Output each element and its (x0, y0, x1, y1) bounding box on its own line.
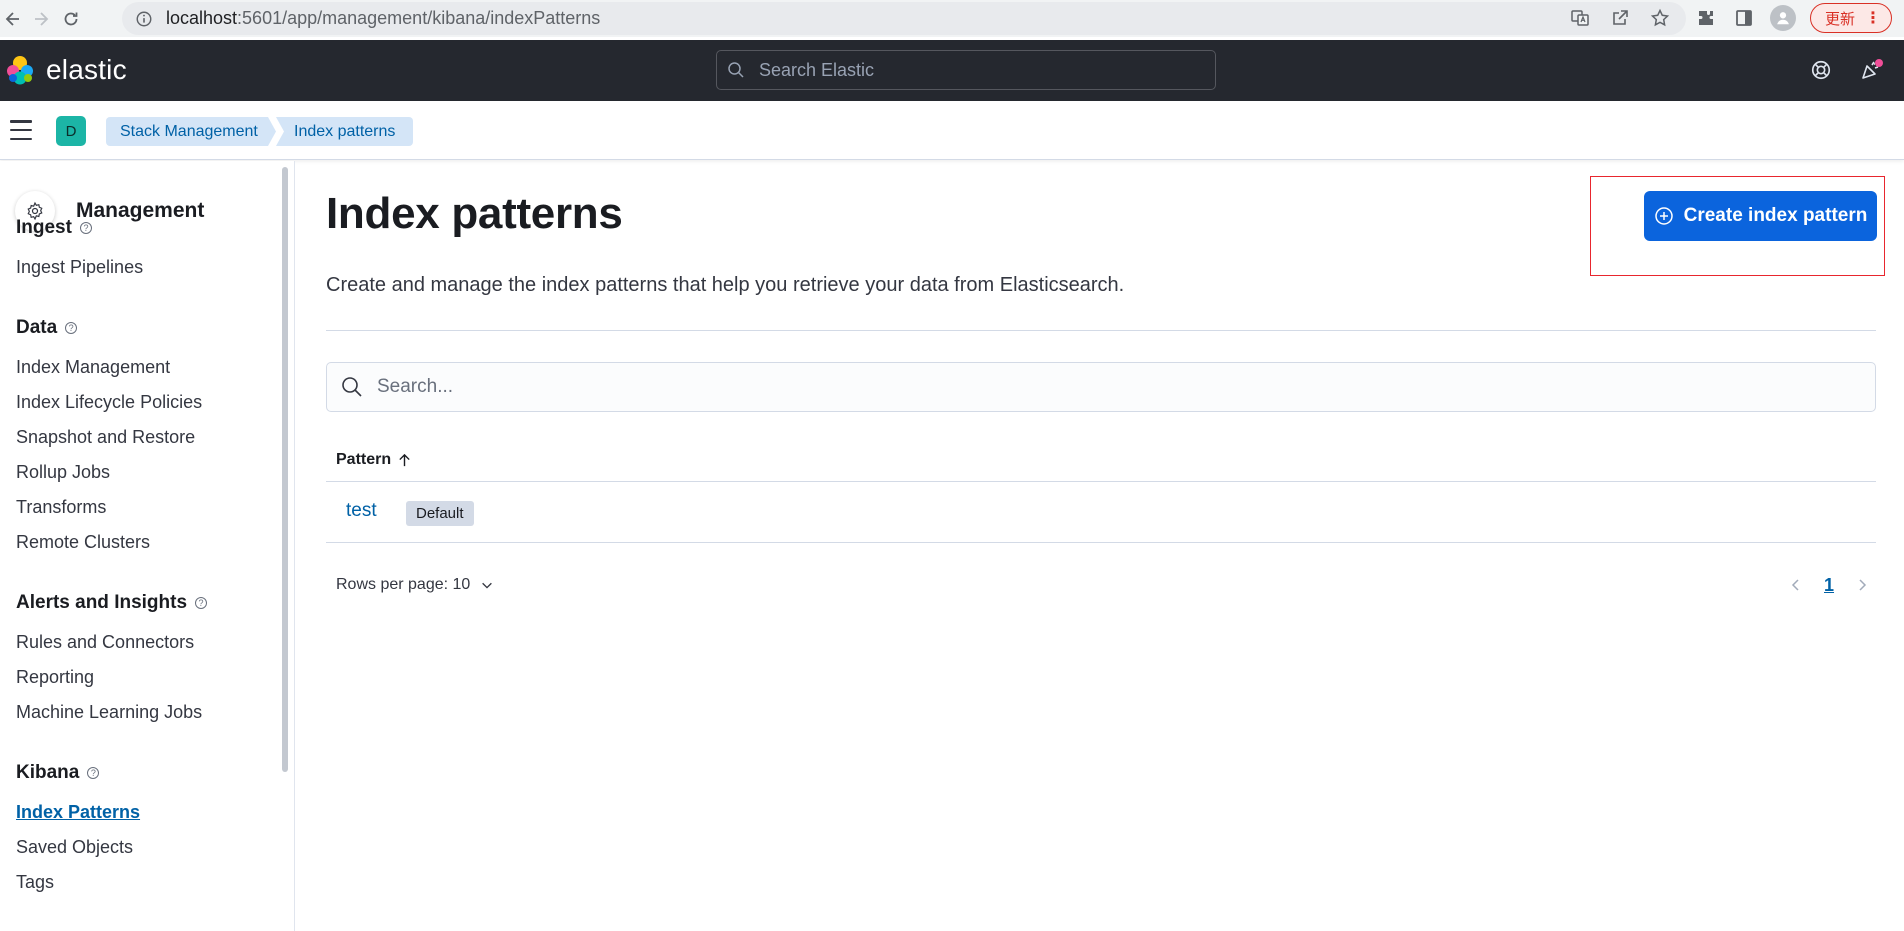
group-title: Data (16, 317, 58, 338)
question-icon[interactable]: ? (87, 767, 100, 779)
table-search[interactable] (326, 362, 1876, 412)
search-icon (728, 62, 744, 78)
sort-up-icon (399, 453, 410, 466)
pattern-link[interactable]: test (346, 500, 377, 522)
sidebar-item-tags[interactable]: Tags (16, 872, 54, 893)
url-host: localhost (166, 8, 238, 28)
table-search-input[interactable] (377, 376, 1857, 398)
breadcrumb-stack-management[interactable]: Stack Management (106, 117, 276, 146)
page-title: Index patterns (326, 189, 623, 238)
plus-in-circle-icon (1654, 207, 1673, 225)
address-bar[interactable]: localhost:5601/app/management/kibana/ind… (122, 2, 1686, 35)
table-divider (326, 542, 1876, 543)
sidebar-item-rollup-jobs[interactable]: Rollup Jobs (16, 462, 110, 483)
arrow-left-icon (5, 11, 19, 26)
chevron-right-icon (1859, 579, 1867, 591)
group-title: Kibana (16, 762, 80, 783)
chevron-down-icon (482, 582, 493, 589)
url-text: localhost:5601/app/management/kibana/ind… (166, 8, 600, 29)
search-icon (342, 377, 362, 397)
sidebar-item-machine-learning-jobs[interactable]: Machine Learning Jobs (16, 702, 202, 723)
question-icon[interactable]: ? (65, 322, 78, 334)
sidebar-item-remote-clusters[interactable]: Remote Clusters (16, 532, 150, 553)
page-description: Create and manage the index patterns tha… (326, 274, 1125, 296)
sidebar-item-index-patterns[interactable]: Index Patterns (16, 802, 140, 823)
reload-button[interactable] (56, 4, 86, 34)
page-number-button[interactable]: 1 (1824, 575, 1834, 596)
next-page-button[interactable] (1852, 572, 1872, 598)
sidebar-group-data: Data ? (16, 317, 78, 339)
bookmark-star-icon[interactable] (1648, 6, 1672, 30)
breadcrumb-bar: D Stack Management Index patterns (0, 101, 1904, 160)
chevron-left-icon (1791, 579, 1799, 591)
breadcrumb-index-patterns: Index patterns (276, 117, 413, 146)
column-header-pattern[interactable]: Pattern (336, 451, 412, 469)
arrow-right-icon (35, 11, 49, 26)
space-avatar[interactable]: D (56, 116, 86, 146)
hamburger-line (10, 120, 32, 123)
sidebar-title: Management (76, 199, 205, 222)
sidebar-item-index-management[interactable]: Index Management (16, 357, 170, 378)
reload-icon (64, 12, 78, 25)
kibana-header: elastic (0, 40, 1904, 101)
browser-toolbar: localhost:5601/app/management/kibana/ind… (0, 0, 1904, 37)
create-button-label: Create index pattern (1683, 205, 1868, 226)
elastic-logo-icon (7, 56, 33, 85)
extensions-icon[interactable] (1694, 6, 1718, 30)
sidebar-item-rules-and-connectors[interactable]: Rules and Connectors (16, 632, 194, 653)
question-icon[interactable]: ? (79, 222, 92, 234)
share-icon[interactable] (1608, 6, 1632, 30)
sidebar-item-index-lifecycle-policies[interactable]: Index Lifecycle Policies (16, 392, 202, 413)
back-button[interactable] (0, 4, 26, 34)
pagination: 1 (1786, 572, 1872, 598)
help-icon[interactable] (1808, 57, 1834, 83)
person-icon (1777, 12, 1789, 25)
more-vert-icon: ⋮ (1865, 10, 1881, 27)
profile-avatar[interactable] (1769, 5, 1796, 31)
global-search[interactable] (716, 50, 1216, 90)
translate-icon[interactable] (1568, 6, 1592, 30)
group-title: Ingest (16, 217, 72, 238)
sidebar-scrollbar[interactable] (282, 167, 288, 772)
group-title: Alerts and Insights (16, 592, 188, 613)
update-button[interactable]: 更新 ⋮ (1809, 3, 1892, 33)
sidebar-group-alerts-and-insights: Alerts and Insights ? (16, 592, 208, 614)
sidebar-item-ingest-pipelines[interactable]: Ingest Pipelines (16, 257, 143, 278)
rows-per-page-label: Rows per page: 10 (336, 576, 471, 593)
header-divider (326, 330, 1876, 331)
info-icon[interactable] (134, 9, 154, 29)
sidebar-item-snapshot-and-restore[interactable]: Snapshot and Restore (16, 427, 195, 448)
sidebar-group-kibana: Kibana ? (16, 762, 100, 784)
default-badge: Default (406, 501, 474, 526)
column-header-label: Pattern (336, 451, 392, 468)
prev-page-button[interactable] (1786, 572, 1806, 598)
newsfeed-icon[interactable] (1858, 57, 1884, 83)
sidebar-item-saved-objects[interactable]: Saved Objects (16, 837, 133, 858)
browser-actions: 更新 ⋮ (1694, 3, 1892, 33)
table-divider (326, 481, 1876, 482)
update-label: 更新 (1824, 10, 1855, 28)
side-panel-icon[interactable] (1732, 6, 1756, 30)
forward-button[interactable] (26, 4, 56, 34)
global-search-input[interactable] (759, 59, 1199, 81)
hamburger-line (10, 128, 32, 132)
url-path: :5601/app/management/kibana/indexPattern… (237, 8, 601, 28)
address-bar-actions (1568, 6, 1672, 30)
sidebar-item-reporting[interactable]: Reporting (16, 667, 94, 688)
sidebar-item-transforms[interactable]: Transforms (16, 497, 106, 518)
create-index-pattern-button[interactable]: Create index pattern (1644, 191, 1877, 241)
management-sidebar: Management Ingest ? Ingest Pipelines Dat… (0, 161, 295, 931)
logo-text: elastic (46, 54, 127, 85)
sidebar-group-ingest: Ingest ? (16, 217, 92, 239)
question-icon[interactable]: ? (195, 597, 208, 609)
rows-per-page-button[interactable]: Rows per page: 10 (336, 576, 494, 594)
elastic-logo[interactable]: elastic (4, 54, 127, 86)
hamburger-line (10, 137, 32, 140)
menu-toggle-button[interactable] (10, 120, 32, 140)
